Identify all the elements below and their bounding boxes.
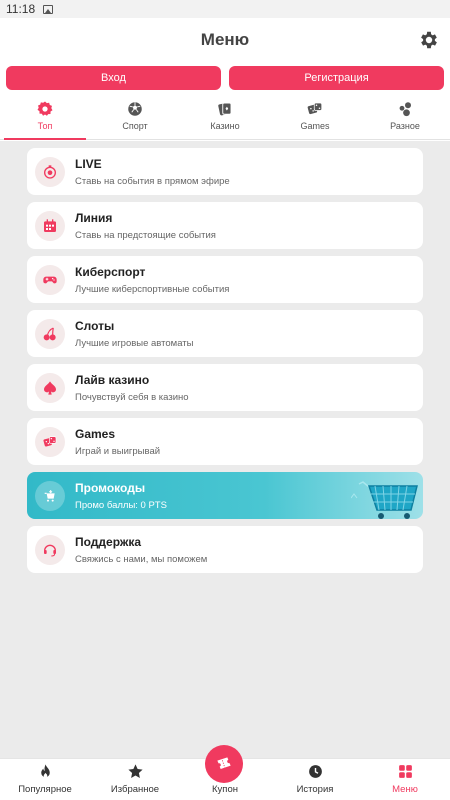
login-button[interactable]: Вход <box>6 66 221 90</box>
menu-item-icon-wrap <box>35 534 65 565</box>
menu-item-icon-wrap <box>35 480 65 511</box>
spade-icon <box>44 380 56 395</box>
nav-label: Меню <box>392 784 418 795</box>
register-button[interactable]: Регистрация <box>229 66 444 90</box>
bubbles-icon <box>399 102 411 117</box>
status-bar: 11:18 <box>0 0 450 18</box>
coupon-button[interactable] <box>205 745 243 783</box>
status-time: 11:18 <box>6 2 36 16</box>
star-icon <box>127 764 143 778</box>
menu-item-icon-wrap <box>35 264 65 295</box>
grid-icon <box>398 765 412 778</box>
dice-icon <box>307 102 323 115</box>
gamepad-icon <box>43 276 57 283</box>
menu-item-icon-wrap <box>35 372 65 403</box>
calendar-icon <box>44 218 56 232</box>
menu-item-title: Games <box>75 426 116 441</box>
settings-gear-icon[interactable] <box>418 29 440 51</box>
category-tabs: Топ Спорт Казино Games Разное <box>0 100 450 140</box>
nav-menu[interactable]: Меню <box>360 759 450 800</box>
tab-label: Спорт <box>122 121 148 131</box>
menu-item-title: LIVE <box>75 156 102 171</box>
bottom-navigation: Популярное Избранное Купон История Меню <box>0 745 450 800</box>
menu-item-games[interactable]: Games Играй и выигрывай <box>27 418 423 465</box>
tab-label: Казино <box>210 121 240 131</box>
dice-icon <box>43 435 57 447</box>
menu-item-live[interactable]: LIVE Ставь на события в прямом эфире <box>27 148 423 195</box>
headset-icon <box>44 544 56 556</box>
top-badge-icon <box>37 101 53 116</box>
nav-label: Популярное <box>18 784 72 795</box>
menu-item-support[interactable]: Поддержка Свяжись с нами, мы поможем <box>27 526 423 573</box>
menu-item-title: Линия <box>75 210 113 225</box>
ticket-icon <box>217 757 231 769</box>
cards-icon <box>218 102 232 116</box>
menu-item-subtitle: Ставь на события в прямом эфире <box>75 175 230 187</box>
menu-item-subtitle: Свяжись с нами, мы поможем <box>75 553 208 565</box>
menu-item-subtitle: Лучшие игровые автоматы <box>75 337 194 349</box>
menu-item-subtitle: Играй и выигрывай <box>75 445 161 457</box>
nav-history[interactable]: История <box>270 759 360 800</box>
menu-item-line[interactable]: Линия Ставь на предстоящие события <box>27 202 423 249</box>
menu-item-icon-wrap <box>35 156 65 187</box>
menu-item-title: Промокоды <box>75 480 146 495</box>
shopping-basket-icon <box>351 481 418 519</box>
page-title: Меню <box>200 30 250 49</box>
menu-item-title: Киберспорт <box>75 264 146 279</box>
tab-games[interactable]: Games <box>270 100 360 139</box>
cherry-icon <box>43 326 56 340</box>
menu-item-slots[interactable]: Слоты Лучшие игровые автоматы <box>27 310 423 357</box>
menu-item-subtitle: Лучшие киберспортивные события <box>75 283 230 295</box>
nav-label: Купон <box>212 784 238 795</box>
menu-item-live-casino[interactable]: Лайв казино Почувствуй себя в казино <box>27 364 423 411</box>
menu-item-subtitle: Промо баллы: 0 PTS <box>75 499 167 511</box>
auth-buttons: Вход Регистрация <box>0 62 450 90</box>
clock-icon <box>308 765 322 778</box>
menu-item-title: Лайв казино <box>75 372 150 387</box>
tab-top[interactable]: Топ <box>0 100 90 140</box>
menu-item-promocodes[interactable]: Промокоды Промо баллы: 0 PTS <box>27 472 423 519</box>
menu-list: LIVE Ставь на события в прямом эфире Лин… <box>0 141 450 758</box>
tab-sport[interactable]: Спорт <box>90 100 180 139</box>
image-notification-icon <box>43 4 54 14</box>
menu-item-title: Слоты <box>75 318 115 333</box>
nav-label: История <box>296 784 334 795</box>
tab-label: Разное <box>390 121 420 131</box>
tab-label: Games <box>300 121 330 131</box>
tab-misc[interactable]: Разное <box>360 100 450 139</box>
nav-favorites[interactable]: Избранное <box>90 759 180 800</box>
cart-icon <box>44 489 55 502</box>
menu-item-subtitle: Ставь на предстоящие события <box>75 229 216 241</box>
nav-popular[interactable]: Популярное <box>0 759 90 800</box>
menu-item-icon-wrap <box>35 318 65 349</box>
menu-item-icon-wrap <box>35 426 65 457</box>
tab-label: Топ <box>37 121 53 131</box>
tab-casino[interactable]: Казино <box>180 100 270 139</box>
menu-item-esports[interactable]: Киберспорт Лучшие киберспортивные событи… <box>27 256 423 303</box>
flame-icon <box>40 764 50 778</box>
top-bar: Меню <box>0 18 450 62</box>
menu-item-icon-wrap <box>35 210 65 241</box>
menu-item-subtitle: Почувствуй себя в казино <box>75 391 189 403</box>
nav-label: Избранное <box>110 784 160 795</box>
ball-icon <box>128 102 142 116</box>
menu-item-title: Поддержка <box>75 534 142 549</box>
stopwatch-icon <box>44 164 56 179</box>
